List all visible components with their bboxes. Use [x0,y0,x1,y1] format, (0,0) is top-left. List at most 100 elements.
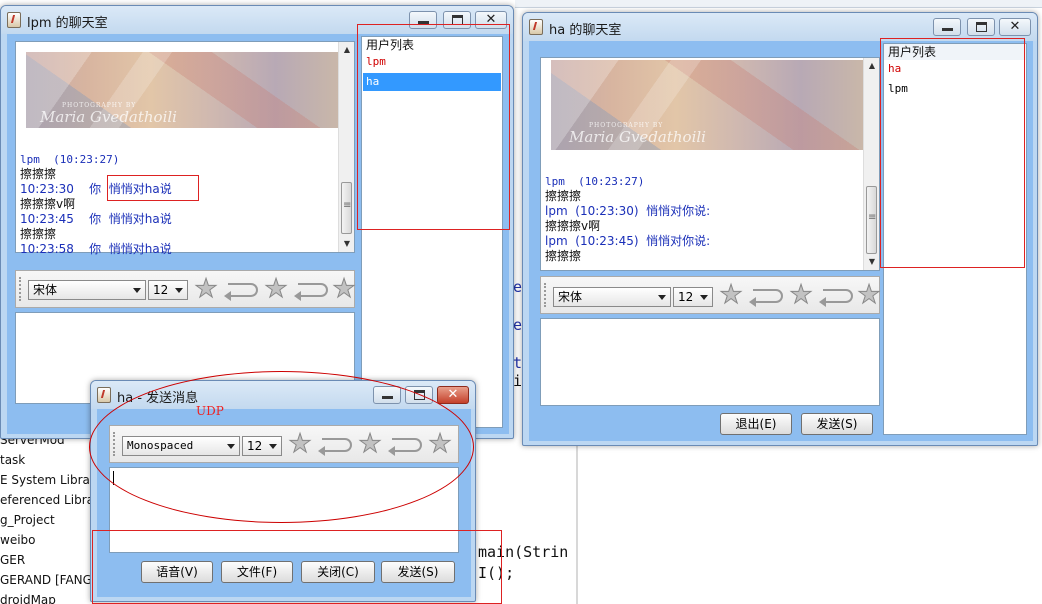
star-icon[interactable]: ★ [330,275,358,304]
toolbar-grip[interactable] [544,283,548,307]
chevron-down-icon [133,288,141,293]
chat-scrollbar[interactable]: ▲ ▼ [863,58,879,270]
size-select-value: 12 [678,290,694,304]
message-line: 10:23:45 你 悄悄对ha说 [20,212,172,227]
annotation-highlight-box [92,530,502,604]
annotation-ellipse [89,371,474,523]
message-line: lpm (10:23:27) [545,175,645,188]
chat-image: PHOTOGRAPHY BY Maria Gvedathoili [26,52,338,128]
close-icon: ✕ [1009,19,1021,34]
tree-item-label: weibo [0,533,36,547]
scroll-thumb[interactable] [341,182,352,234]
tree-item-label: droidMap [0,593,56,604]
chat-scrollbar[interactable]: ▲ ▼ [338,42,354,252]
chevron-down-icon [700,295,708,300]
tree-item[interactable]: weibo [0,530,92,550]
code-fragment: e [513,316,523,334]
message-text: lpm (10:23:45) 悄悄对你说: [545,234,711,248]
tree-item-label: task [0,453,26,467]
message-line: 擦擦擦 [20,167,57,181]
scroll-thumb[interactable] [866,186,877,254]
scroll-up-icon[interactable]: ▲ [339,42,355,58]
font-select[interactable]: 宋体 [28,280,146,300]
tree-item[interactable]: droidMap [0,590,92,604]
size-select[interactable]: 12 [673,287,713,307]
minimize-button[interactable] [933,18,961,36]
photo-signature: Maria Gvedathoili [40,108,177,126]
tree-item-label: eferenced Librar [0,493,92,507]
message-input[interactable] [540,318,880,406]
ide-divider [576,430,578,604]
message-line: 擦擦擦v啊 [20,197,76,211]
tree-item[interactable]: GERAND [FANGE [0,570,92,590]
chevron-down-icon [658,295,666,300]
code-fragment: i [513,372,523,390]
maximize-button[interactable] [967,18,995,36]
toolbar-grip[interactable] [19,277,23,301]
font-select-value: 宋体 [33,283,58,297]
star-icon[interactable]: ★ [787,281,815,310]
tree-item-label: GERAND [FANGE [0,573,92,587]
exit-button[interactable]: 退出(E) [720,413,792,435]
photo-signature: Maria Gvedathoili [569,128,706,146]
code-fragment: e [513,278,523,296]
message-line: lpm (10:23:45) 悄悄对你说: [545,234,710,249]
message-text: 10:23:45 你 悄悄对ha说 [20,212,172,226]
tree-item[interactable]: eferenced Librar [0,490,92,510]
message-line: 擦擦擦 [545,249,582,263]
close-button[interactable]: ✕ [437,386,469,404]
star-icon[interactable]: ★ [192,275,220,304]
tree-item[interactable]: task [0,450,92,470]
return-arrow-icon[interactable] [224,283,258,301]
close-icon: ✕ [447,387,459,402]
chat-history[interactable]: PHOTOGRAPHY BY Maria Gvedathoili lpm (10… [15,41,355,256]
font-select[interactable]: 宋体 [553,287,671,307]
star-icon[interactable]: ★ [717,281,745,310]
java-icon [97,387,111,403]
font-select-value: 宋体 [558,290,583,304]
scroll-down-icon[interactable]: ▼ [864,254,880,270]
message-line: 10:23:58 你 悄悄对ha说 [20,242,172,257]
ide-toolbar [515,0,1042,8]
window-title: lpm 的聊天室 [27,16,108,31]
udp-annotation-label: UDP [196,404,224,418]
annotation-highlight-box [107,175,199,201]
code-fragment: t [513,354,523,372]
window-title: ha 的聊天室 [549,23,622,38]
return-arrow-icon[interactable] [749,289,783,307]
project-tree: ServerMod task E System Librar eferenced… [0,430,92,604]
maximize-icon [976,22,987,32]
chat-history[interactable]: PHOTOGRAPHY BY Maria Gvedathoili lpm (10… [540,57,880,271]
tree-item-label: E System Librar [0,473,92,487]
close-button[interactable]: ✕ [999,18,1031,36]
star-icon[interactable]: ★ [855,281,883,310]
return-arrow-icon[interactable] [294,283,328,301]
message-text: 10:23:58 你 悄悄对ha说 [20,242,172,256]
tree-item[interactable]: GER [0,550,92,570]
minimize-icon [942,28,953,31]
message-line: 擦擦擦v啊 [545,219,601,233]
java-icon [529,19,543,35]
annotation-highlight-box [880,38,1025,268]
scroll-up-icon[interactable]: ▲ [864,58,880,74]
format-toolbar: 宋体 12 ★ ★ ★ [15,270,358,308]
chat-image: PHOTOGRAPHY BY Maria Gvedathoili [551,60,863,150]
java-icon [7,12,21,28]
tree-item[interactable]: g_Project [0,510,92,530]
message-line: 擦擦擦 [545,189,582,203]
message-line: lpm (10:23:27) [20,153,120,166]
message-text: lpm (10:23:30) 悄悄对你说: [545,204,711,218]
scroll-down-icon[interactable]: ▼ [339,236,355,252]
tree-item-label: GER [0,553,26,567]
message-line: 擦擦擦 [20,227,57,241]
size-select-value: 12 [153,283,169,297]
size-select[interactable]: 12 [148,280,188,300]
title-bar[interactable]: ha 的聊天室 ✕ [523,13,1037,41]
send-button[interactable]: 发送(S) [801,413,873,435]
chevron-down-icon [175,288,183,293]
return-arrow-icon[interactable] [819,289,853,307]
format-toolbar: 宋体 12 ★ ★ ★ [540,276,883,314]
star-icon[interactable]: ★ [262,275,290,304]
annotation-highlight-box [357,24,510,230]
tree-item[interactable]: E System Librar [0,470,92,490]
